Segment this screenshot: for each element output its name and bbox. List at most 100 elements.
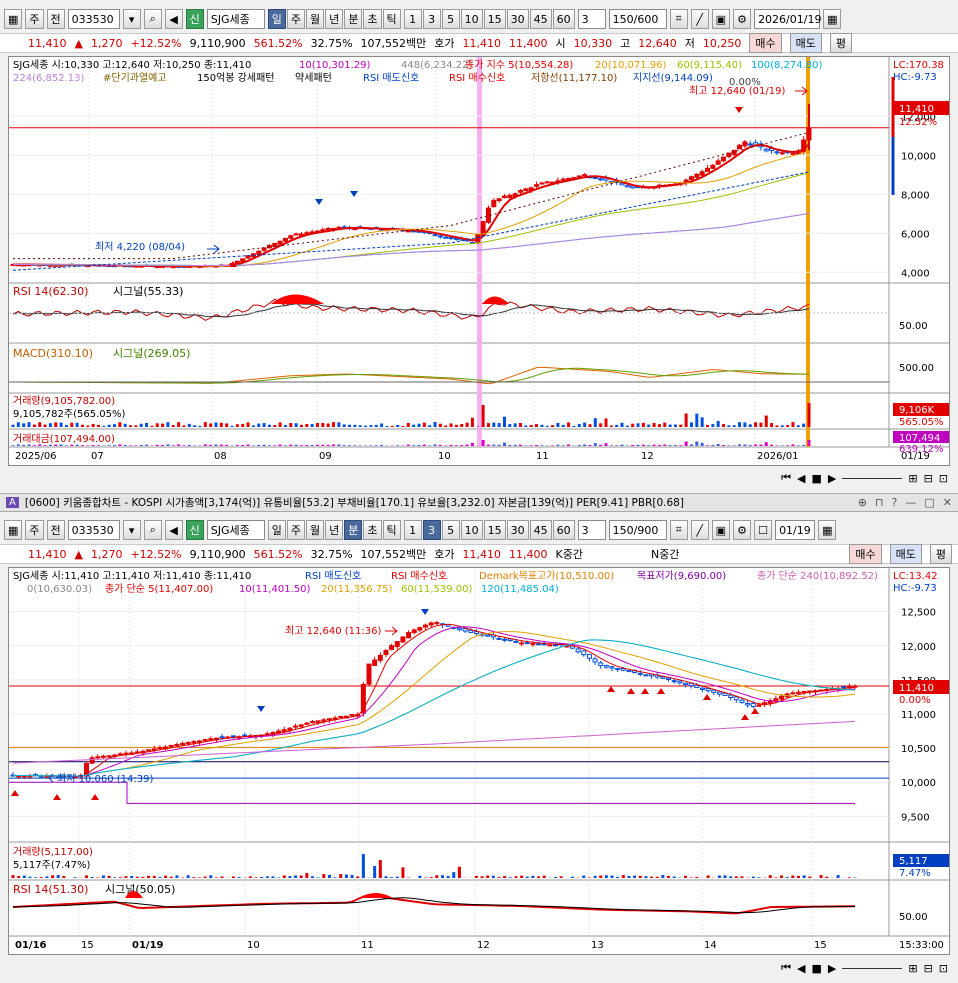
interval-tab-2-6[interactable]: 45 [529, 520, 552, 540]
period-tab-2-0[interactable]: 일 [267, 520, 286, 540]
period-tab-2-3[interactable]: 년 [325, 520, 344, 540]
period-tab-6[interactable]: 틱 [382, 9, 401, 29]
maximize-icon[interactable]: □ [924, 496, 934, 509]
eval-button-2[interactable]: 평 [929, 544, 952, 564]
zoom-reset-icon[interactable]: ⊡ [939, 472, 948, 485]
period-tab-3[interactable]: 년 [325, 9, 344, 29]
buy-button-2[interactable]: 매수 [849, 544, 882, 564]
daily-chart-svg[interactable]: SJG세종 시:10,330 고:12,640 저:10,250 종:11,41… [9, 57, 949, 465]
calendar-icon-2[interactable]: ▦ [818, 520, 837, 540]
period-tab-2-2[interactable]: 월 [306, 520, 325, 540]
scroll-first-icon-2[interactable]: ⏮ [781, 961, 791, 975]
period-tab-2-6[interactable]: 틱 [382, 520, 401, 540]
chart-settings-button[interactable]: ▦ [4, 9, 23, 29]
sell-button-2[interactable]: 매도 [889, 544, 922, 564]
top-low-note: 최저 4,220 (08/04) [95, 241, 185, 253]
pin-icon[interactable]: ⊓ [875, 496, 884, 509]
zoom-out-icon-2[interactable]: ⊟ [924, 962, 933, 975]
zoom-in-icon-2[interactable]: ⊞ [908, 962, 917, 975]
code-input-2[interactable]: 033530 [67, 520, 120, 540]
interval-tab-2-1[interactable]: 3 [422, 520, 441, 540]
scroll-prev-icon[interactable]: ◀ [797, 472, 805, 485]
draw-icon-2[interactable]: ╱ [690, 520, 709, 540]
interval-input-2[interactable]: 3 [577, 520, 606, 540]
gear-icon[interactable]: ⚙ [733, 9, 752, 29]
sound-icon[interactable]: ◀ [164, 9, 183, 29]
buy-button[interactable]: 매수 [749, 33, 782, 53]
scroll-first-icon[interactable]: ⏮ [781, 471, 791, 485]
prev-button[interactable]: 전 [46, 9, 65, 29]
type-select-2[interactable]: 주 [25, 520, 44, 540]
interval-tab-2-7[interactable]: 60 [552, 520, 575, 540]
minimize-icon[interactable]: — [905, 496, 916, 509]
code-dropdown-icon[interactable]: ▾ [122, 9, 141, 29]
stock-name[interactable]: SJG세종 [206, 9, 265, 29]
zoom-out-icon[interactable]: ⊟ [924, 472, 933, 485]
stop-icon-2[interactable]: ■ [811, 962, 821, 975]
interval-tab-7[interactable]: 60 [552, 9, 575, 29]
scroll-next-icon[interactable]: ▶ [828, 472, 836, 485]
interval-tab-2[interactable]: 5 [441, 9, 460, 29]
close-icon[interactable]: ✕ [943, 496, 952, 509]
period-tab-1[interactable]: 주 [286, 9, 306, 29]
search-icon[interactable]: ⌕ [143, 9, 162, 29]
code-dropdown-icon-2[interactable]: ▾ [122, 520, 141, 540]
volume-bar [305, 424, 309, 427]
grid-icon[interactable]: ⌗ [669, 9, 688, 29]
interval-input[interactable]: 3 [577, 9, 606, 29]
period-tab-2-1[interactable]: 주 [286, 520, 306, 540]
gear-icon-2[interactable]: ⚙ [733, 520, 752, 540]
date-input[interactable]: 2026/01/19 [754, 9, 821, 29]
zoom-slider-2[interactable] [842, 967, 903, 969]
count-input-2[interactable]: 150/900 [608, 520, 667, 540]
period-tab-5[interactable]: 초 [363, 9, 382, 29]
sound-icon-2[interactable]: ◀ [164, 520, 183, 540]
type-select[interactable]: 주 [25, 9, 44, 29]
period-tab-2-4[interactable]: 분 [344, 520, 363, 540]
interval-tab-2-3[interactable]: 10 [460, 520, 483, 540]
date-input-2[interactable]: 01/19 [775, 520, 816, 540]
interval-tab-2-5[interactable]: 30 [506, 520, 529, 540]
count-input[interactable]: 150/600 [608, 9, 667, 29]
prev-button-2[interactable]: 전 [46, 520, 65, 540]
interval-tab-4[interactable]: 15 [483, 9, 506, 29]
volume-bar [657, 424, 661, 427]
volume-bar [683, 875, 687, 878]
stock-name-2[interactable]: SJG세종 [206, 520, 265, 540]
help-icon[interactable]: ? [892, 496, 898, 509]
period-tab-0[interactable]: 일 [267, 9, 286, 29]
zoom-reset-icon-2[interactable]: ⊡ [939, 962, 948, 975]
eval-button[interactable]: 평 [829, 33, 853, 53]
candle-body [530, 643, 536, 646]
calendar-icon[interactable]: ▦ [823, 9, 842, 29]
interval-tab-5[interactable]: 30 [506, 9, 529, 29]
code-input[interactable]: 033530 [67, 9, 120, 29]
scroll-prev-icon-2[interactable]: ◀ [797, 962, 805, 975]
interval-tab-1[interactable]: 3 [422, 9, 441, 29]
interval-tab-2-2[interactable]: 5 [441, 520, 460, 540]
minute-chart-svg[interactable]: SJG세종 시:11,410 고:11,410 저:11,410 종:11,41… [9, 568, 949, 954]
link-icon[interactable]: ⊕ [858, 496, 867, 509]
save-icon-2[interactable]: ▣ [711, 520, 731, 540]
stop-icon[interactable]: ■ [811, 472, 821, 485]
draw-icon[interactable]: ╱ [690, 9, 709, 29]
period-tab-2-5[interactable]: 초 [363, 520, 382, 540]
period-tab-2[interactable]: 월 [306, 9, 325, 29]
date-checkbox[interactable]: ☐ [754, 520, 773, 540]
interval-tab-6[interactable]: 45 [529, 9, 552, 29]
interval-tab-2-4[interactable]: 15 [483, 520, 506, 540]
zoom-slider[interactable] [842, 477, 903, 479]
period-tab-4[interactable]: 분 [344, 9, 363, 29]
grid-icon-2[interactable]: ⌗ [669, 520, 688, 540]
interval-tab-0[interactable]: 1 [403, 9, 422, 29]
scroll-next-icon-2[interactable]: ▶ [828, 962, 836, 975]
zoom-in-icon[interactable]: ⊞ [908, 472, 917, 485]
top-vol-title: 거래량(9,105,782.00) [13, 395, 115, 407]
search-icon-2[interactable]: ⌕ [143, 520, 162, 540]
interval-tab-2-0[interactable]: 1 [403, 520, 422, 540]
interval-tab-3[interactable]: 10 [460, 9, 483, 29]
sell-button[interactable]: 매도 [789, 33, 822, 53]
volume-bar [134, 425, 138, 427]
save-icon[interactable]: ▣ [711, 9, 731, 29]
chart-settings-button-2[interactable]: ▦ [4, 520, 23, 540]
